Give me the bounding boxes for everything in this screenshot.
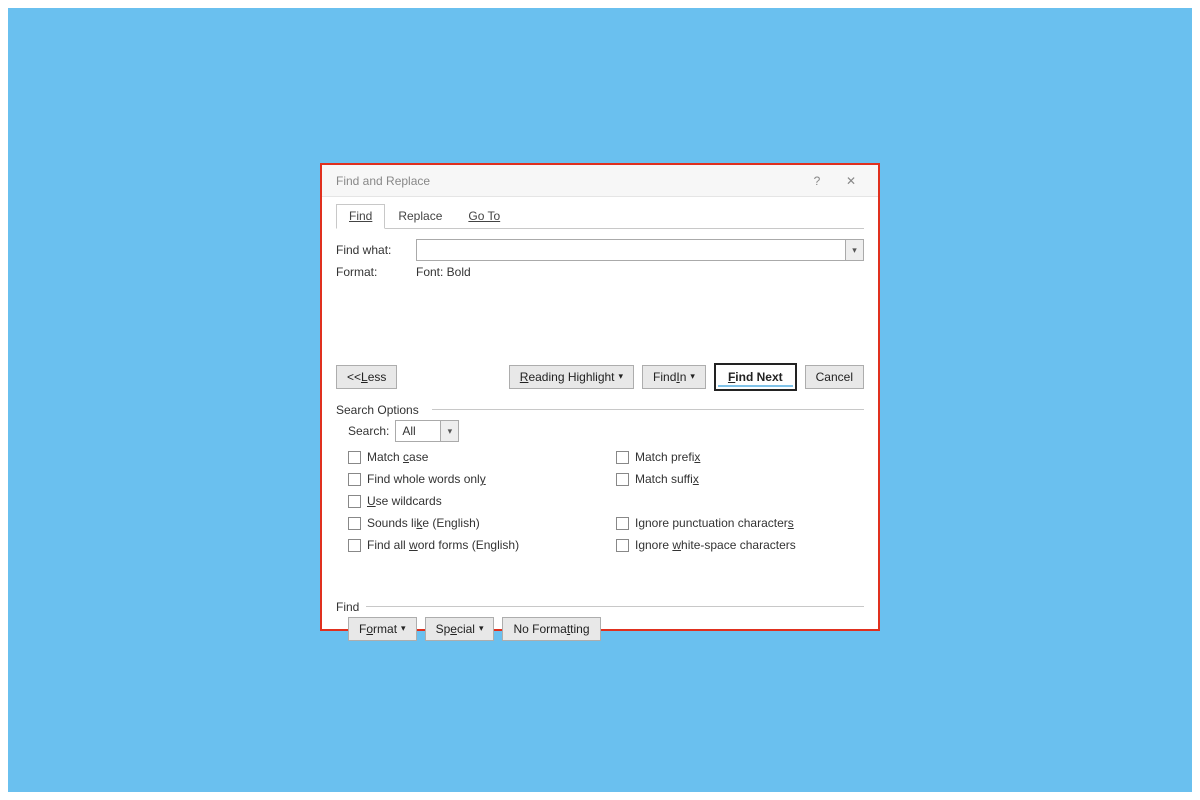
search-direction-label: Search: <box>348 424 389 438</box>
checkbox-icon <box>348 539 361 552</box>
find-what-label: Find what: <box>336 243 416 257</box>
checkbox-icon <box>616 517 629 530</box>
format-value: Font: Bold <box>416 265 471 279</box>
wildcards-checkbox[interactable]: Use wildcards <box>348 492 596 510</box>
find-next-button[interactable]: Find Next <box>714 363 797 391</box>
checkbox-icon <box>616 473 629 486</box>
tab-find[interactable]: Find <box>336 204 385 229</box>
ignore-punctuation-checkbox[interactable]: Ignore punctuation characters <box>616 514 864 532</box>
special-button[interactable]: Special▾ <box>425 617 495 641</box>
match-case-checkbox[interactable]: Match case <box>348 448 596 466</box>
search-options-group: Search Options Search: All ▾ Match case <box>336 403 864 554</box>
find-group: Find Format▾ Special▾ No Formatting <box>336 600 864 641</box>
titlebar: Find and Replace ? ✕ <box>322 165 878 197</box>
checkbox-icon <box>348 517 361 530</box>
all-word-forms-checkbox[interactable]: Find all word forms (English) <box>348 536 596 554</box>
format-label: Format: <box>336 265 416 279</box>
chevron-down-icon: ▾ <box>401 623 406 634</box>
find-what-input[interactable]: ▾ <box>416 239 864 261</box>
checkbox-icon <box>616 539 629 552</box>
reading-highlight-button[interactable]: Reading Highlight▾ <box>509 365 634 389</box>
search-direction-select[interactable]: All ▾ <box>395 420 459 442</box>
checkbox-icon <box>616 451 629 464</box>
find-group-legend: Find <box>336 600 363 614</box>
checkbox-icon <box>348 451 361 464</box>
search-options-legend: Search Options <box>336 403 423 417</box>
dialog-title: Find and Replace <box>336 174 430 188</box>
less-button[interactable]: << Less <box>336 365 397 389</box>
format-button[interactable]: Format▾ <box>348 617 417 641</box>
match-suffix-checkbox[interactable]: Match suffix <box>616 470 864 488</box>
match-prefix-checkbox[interactable]: Match prefix <box>616 448 864 466</box>
sounds-like-checkbox[interactable]: Sounds like (English) <box>348 514 596 532</box>
chevron-down-icon: ▾ <box>619 371 624 382</box>
chevron-down-icon[interactable]: ▾ <box>845 240 863 260</box>
help-icon: ? <box>814 174 821 188</box>
help-button[interactable]: ? <box>800 166 834 196</box>
ignore-whitespace-checkbox[interactable]: Ignore white-space characters <box>616 536 864 554</box>
tab-goto[interactable]: Go To <box>455 204 513 229</box>
tab-replace[interactable]: Replace <box>385 204 455 229</box>
close-icon: ✕ <box>846 174 856 188</box>
whole-words-checkbox[interactable]: Find whole words only <box>348 470 596 488</box>
no-formatting-button[interactable]: No Formatting <box>502 617 600 641</box>
chevron-down-icon: ▾ <box>479 623 484 634</box>
cancel-button[interactable]: Cancel <box>805 365 864 389</box>
close-button[interactable]: ✕ <box>834 166 868 196</box>
checkbox-icon <box>348 495 361 508</box>
tab-strip: Find Replace Go To <box>336 201 864 229</box>
find-replace-dialog: Find and Replace ? ✕ Find Replace Go To … <box>320 163 880 631</box>
find-in-button[interactable]: Find In▾ <box>642 365 706 389</box>
chevron-down-icon[interactable]: ▾ <box>440 421 458 441</box>
chevron-down-icon: ▾ <box>690 371 695 382</box>
checkbox-icon <box>348 473 361 486</box>
